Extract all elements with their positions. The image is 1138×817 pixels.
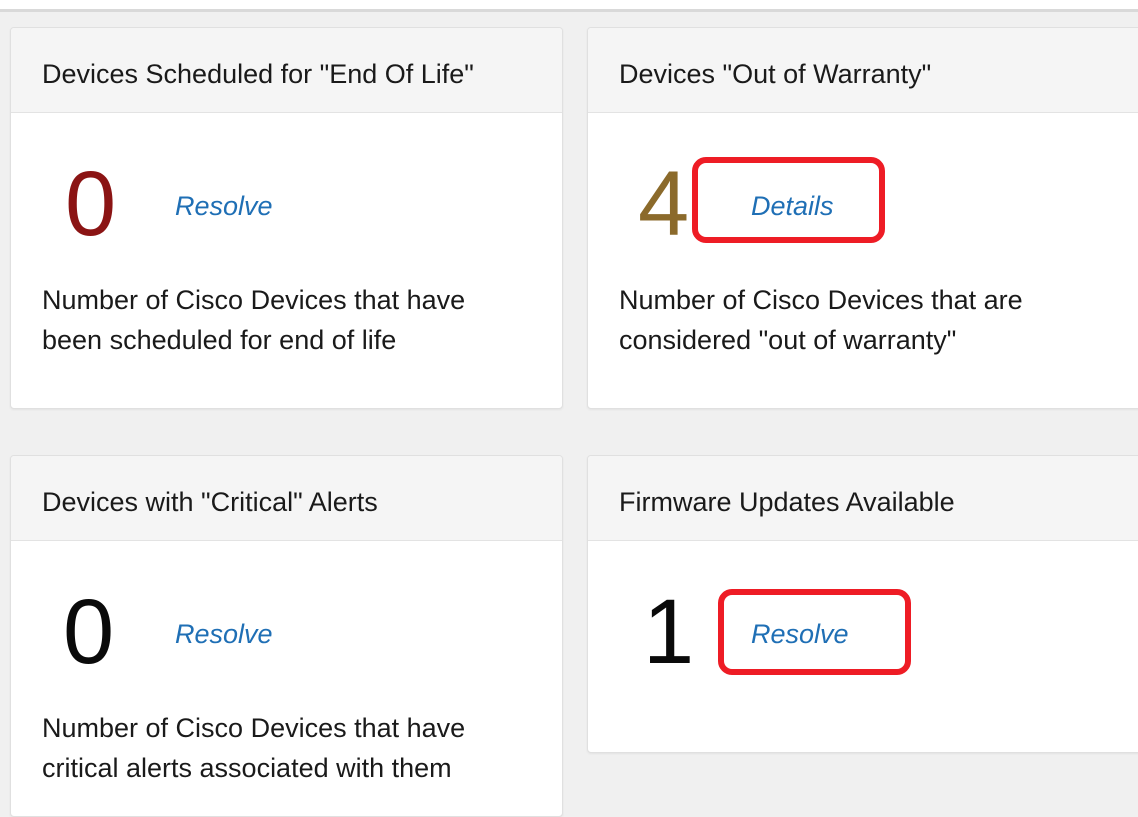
card-title: Devices Scheduled for "End Of Life" bbox=[42, 59, 474, 89]
top-divider bbox=[0, 9, 1138, 12]
end-of-life-card: Devices Scheduled for "End Of Life" 0 Re… bbox=[10, 27, 563, 409]
firmware-updates-count: 1 bbox=[643, 581, 695, 683]
card-description: Number of Cisco Devices that are conside… bbox=[619, 285, 1023, 355]
details-highlight-box bbox=[692, 157, 885, 243]
out-of-warranty-count: 4 bbox=[638, 153, 690, 255]
card-header: Firmware Updates Available bbox=[588, 456, 1138, 541]
card-header: Devices "Out of Warranty" bbox=[588, 28, 1138, 113]
card-header: Devices with "Critical" Alerts bbox=[11, 456, 562, 541]
card-description: Number of Cisco Devices that have critic… bbox=[42, 713, 466, 783]
critical-alerts-count: 0 bbox=[63, 581, 115, 683]
card-description: Number of Cisco Devices that have been s… bbox=[42, 285, 466, 355]
card-title: Devices "Out of Warranty" bbox=[619, 59, 932, 89]
end-of-life-count: 0 bbox=[65, 153, 117, 255]
card-title: Devices with "Critical" Alerts bbox=[42, 487, 378, 517]
critical-alerts-card: Devices with "Critical" Alerts 0 Resolve… bbox=[10, 455, 563, 817]
resolve-highlight-box bbox=[718, 589, 911, 675]
top-strip bbox=[0, 0, 1138, 9]
card-title: Firmware Updates Available bbox=[619, 487, 955, 517]
resolve-link[interactable]: Resolve bbox=[175, 190, 273, 222]
card-header: Devices Scheduled for "End Of Life" bbox=[11, 28, 562, 113]
resolve-link[interactable]: Resolve bbox=[175, 618, 273, 650]
